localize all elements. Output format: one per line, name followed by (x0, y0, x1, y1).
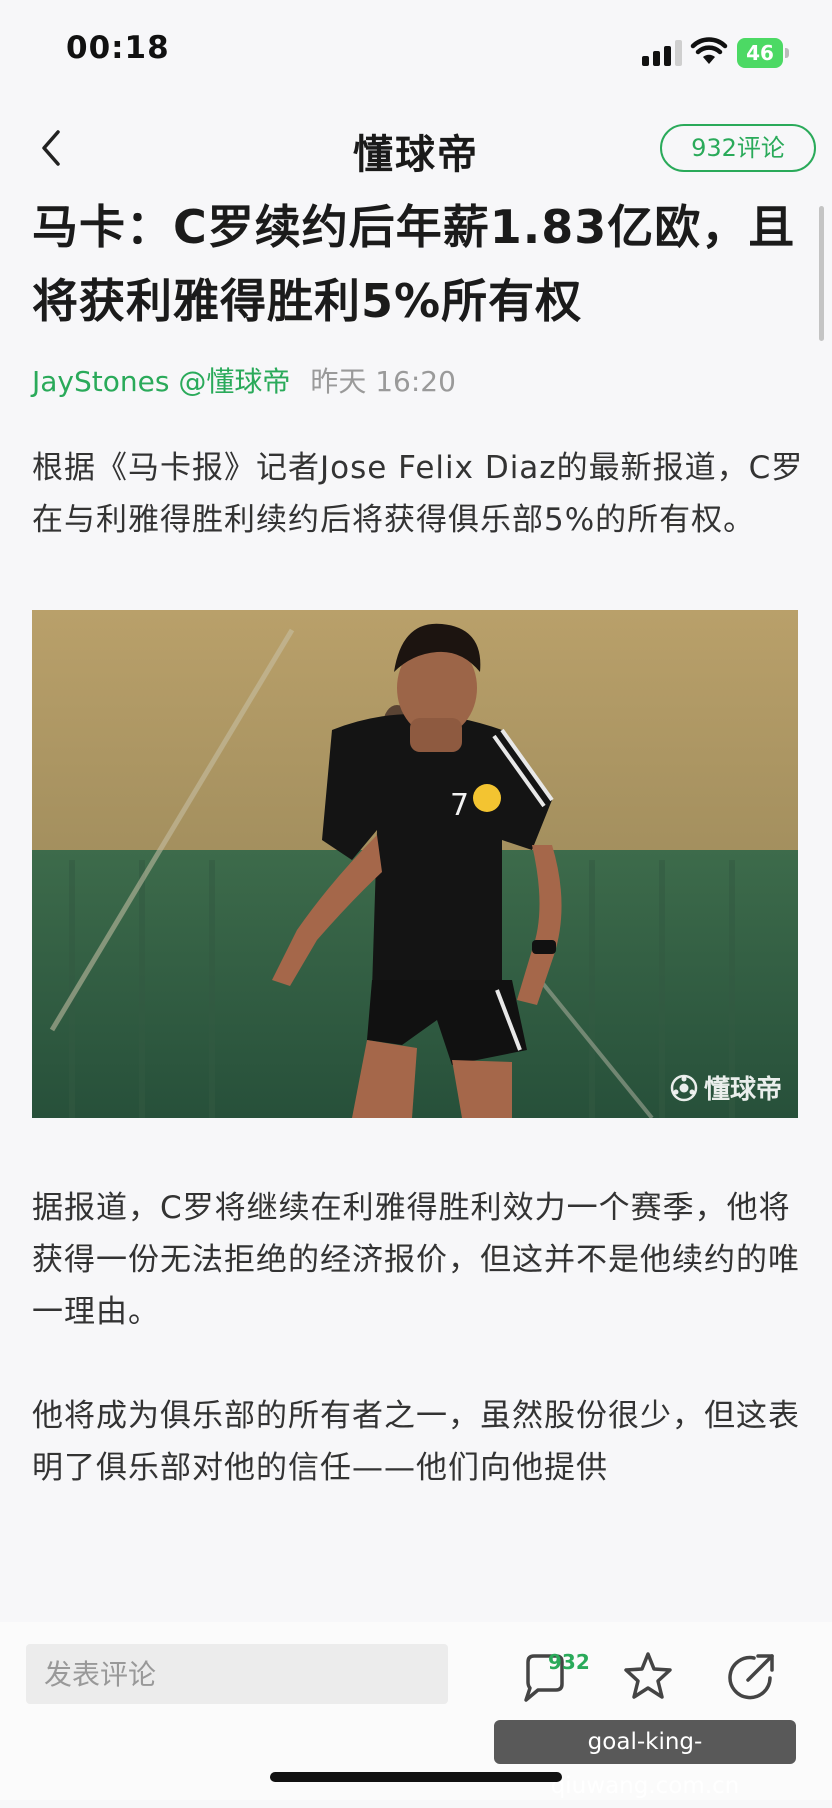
star-icon[interactable] (620, 1648, 676, 1704)
comment-input[interactable] (26, 1644, 448, 1704)
status-time: 00:18 (66, 30, 170, 66)
home-indicator[interactable] (270, 1772, 562, 1782)
byline: JayStones @懂球帝 昨天 16:20 (32, 362, 804, 402)
author-link[interactable]: JayStones @懂球帝 (32, 365, 290, 398)
status-bar: 00:18 46 (0, 0, 832, 100)
comment-count-badge: 932 (548, 1650, 590, 1674)
watermark-logo-icon (670, 1074, 698, 1101)
battery-cap (785, 48, 789, 58)
site-url-label: goal-king-qiuwang.com.cn (494, 1720, 796, 1799)
paragraph: 他将成为俱乐部的所有者之一，虽然股份很少，但这表明了俱乐部对他的信任——他们向他… (32, 1398, 800, 1486)
battery-icon: 46 (737, 38, 791, 68)
jersey-number: 7 (450, 788, 469, 823)
battery-level: 46 (737, 38, 783, 68)
share-icon[interactable] (724, 1648, 780, 1704)
article-photo[interactable]: 7 懂球帝 (32, 610, 798, 1118)
wifi-icon (690, 37, 728, 64)
photo-watermark: 懂球帝 (670, 1069, 782, 1106)
scrollbar[interactable] (819, 206, 824, 341)
signal-icon (642, 40, 682, 66)
article: 马卡：C罗续约后年薪1.83亿欧，且将获利雅得胜利5%所有权 JayStones… (32, 190, 804, 1494)
nav-bar: 懂球帝 932评论 (0, 100, 832, 196)
watermark-text: 懂球帝 (703, 1075, 782, 1105)
paragraph: 根据《马卡报》记者Jose Felix Diaz的最新报道，C罗在与利雅得胜利续… (32, 450, 804, 538)
publish-time: 昨天 16:20 (310, 365, 456, 398)
paragraph: 据报道，C罗将继续在利雅得胜利效力一个赛季，他将获得一份无法拒绝的经济报价，但这… (32, 1190, 800, 1330)
comment-count-button[interactable]: 932评论 (660, 124, 816, 172)
article-headline: 马卡：C罗续约后年薪1.83亿欧，且将获利雅得胜利5%所有权 (32, 200, 796, 328)
bottom-action-bar: 932 goal-king-qiuwang.com.cn (0, 1622, 832, 1800)
player-photo-illustration: 7 (32, 610, 798, 1118)
